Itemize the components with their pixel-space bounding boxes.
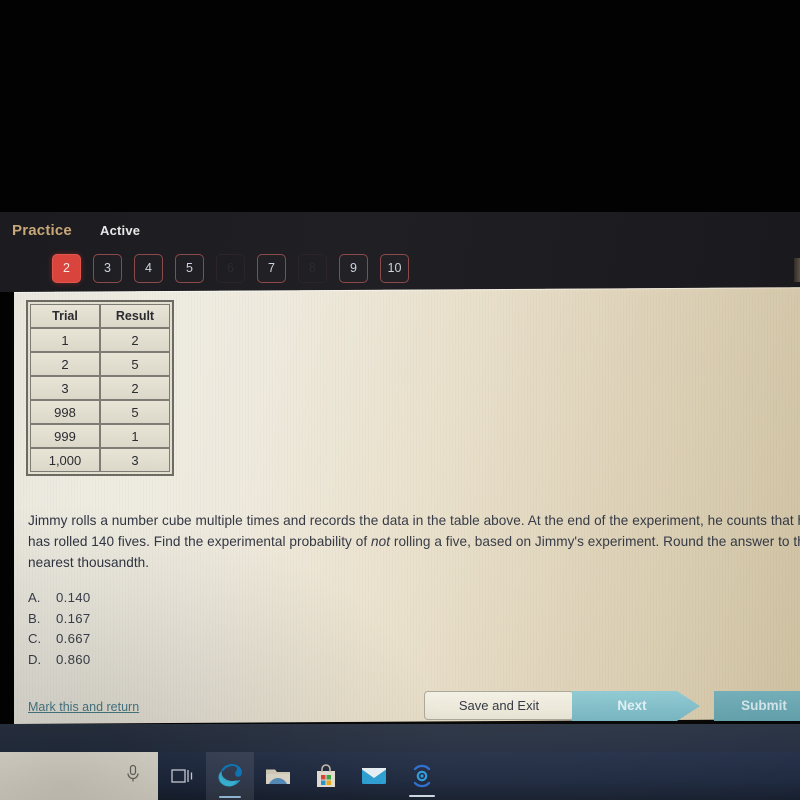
app-circle-button[interactable] [398, 752, 446, 800]
microsoft-edge-icon[interactable] [216, 762, 244, 790]
desktop-background [0, 724, 800, 752]
pager-button-9[interactable]: 9 [339, 254, 368, 283]
active-label: Active [100, 223, 141, 238]
choice-value: 0.667 [56, 631, 91, 646]
windows-taskbar [0, 752, 800, 800]
cell-trial: 1,000 [30, 448, 100, 472]
table-row: 12 [30, 328, 170, 352]
choice-letter: B. [28, 610, 41, 626]
choice-letter: D. [28, 651, 42, 667]
cell-trial: 998 [30, 400, 100, 424]
column-header-trial: Trial [30, 304, 100, 328]
answer-choices[interactable]: A. 0.140 B. 0.167 C. 0.667 D. 0.860 [28, 590, 91, 672]
table-row: 998 5 [30, 400, 170, 424]
choice-letter: A. [28, 590, 41, 605]
pager-button-2[interactable]: 2 [52, 254, 81, 283]
trial-result-table: Trial Result 1 2 2 5 3 2 998 5 999 1 1,000 3 [26, 300, 174, 476]
quiz-header-labels: Practice Active [12, 222, 412, 248]
answer-choice-a[interactable]: A. 0.140 [28, 590, 91, 611]
cell-result: 5 [100, 400, 170, 424]
choice-letter: C. [28, 631, 42, 646]
choice-value: 0.167 [56, 610, 91, 626]
next-button[interactable]: Next [572, 691, 700, 721]
pager-button-5[interactable]: 5 [175, 254, 204, 283]
table-row: 32 [30, 376, 170, 400]
pager-button-4[interactable]: 4 [134, 254, 163, 283]
photographed-screen: Practice Active 2 3 4 5 6 7 8 9 10 Trial Result … [0, 0, 800, 800]
answer-choice-d[interactable]: D. 0.860 [28, 652, 91, 673]
task-view-button[interactable] [158, 752, 206, 800]
cell-trial: 999 [30, 424, 100, 448]
table-row: 999 1 [30, 424, 170, 448]
pager-button-6[interactable]: 6 [216, 254, 245, 283]
pager-button-8[interactable]: 8 [298, 254, 327, 283]
column-header-result: Result [100, 304, 170, 328]
practice-label: Practice [12, 222, 72, 239]
answer-choice-c[interactable]: C. 0.667 [28, 631, 91, 652]
microsoft-store-icon[interactable] [314, 763, 338, 789]
cell-trial: 1 [30, 328, 100, 352]
cell-result: 2 [100, 328, 170, 352]
choice-value: 0.860 [56, 651, 91, 667]
cell-result: 5 [100, 352, 170, 376]
cell-trial: 3 [30, 376, 100, 400]
microsoft-edge-button[interactable] [206, 752, 254, 800]
mail-button[interactable] [350, 752, 398, 800]
pager-button-3[interactable]: 3 [93, 254, 122, 283]
microsoft-store-button[interactable] [302, 752, 350, 800]
cell-result: 1 [100, 424, 170, 448]
file-explorer-button[interactable] [254, 752, 302, 800]
pager-button-7[interactable]: 7 [257, 254, 286, 283]
table-row: 25 [30, 352, 170, 376]
app-circle-icon[interactable] [409, 763, 435, 789]
table-row: 1,000 3 [30, 448, 170, 472]
save-and-exit-button[interactable]: Save and Exit [424, 691, 574, 720]
task-view-icon[interactable] [171, 767, 193, 785]
question-prompt: Jimmy rolls a number cube multiple times… [28, 510, 800, 573]
taskbar-search-box[interactable] [0, 752, 158, 800]
microphone-icon[interactable] [126, 764, 140, 789]
submit-button[interactable]: Submit [714, 691, 800, 721]
answer-choice-b[interactable]: B. 0.167 [28, 611, 91, 632]
offscreen-element-sliver [794, 258, 800, 282]
cell-result: 2 [100, 376, 170, 400]
taskbar-icon-strip[interactable] [158, 752, 446, 800]
question-panel: Trial Result 1 2 2 5 3 2 998 5 999 1 1,000 3 Jimmy … [14, 287, 800, 724]
pager-button-10[interactable]: 10 [380, 254, 409, 283]
table-body: 1 2 2 5 3 2 998 5 999 1 1,000 3 [30, 328, 170, 472]
mail-icon[interactable] [361, 766, 387, 786]
file-explorer-icon[interactable] [265, 765, 291, 787]
cell-result: 3 [100, 448, 170, 472]
choice-value: 0.140 [56, 590, 91, 605]
cell-trial: 2 [30, 352, 100, 376]
table-header-row: Trial Result [30, 304, 170, 328]
mark-this-and-return-link[interactable]: Mark this and return [28, 700, 139, 714]
question-emphasis: not [370, 534, 391, 549]
